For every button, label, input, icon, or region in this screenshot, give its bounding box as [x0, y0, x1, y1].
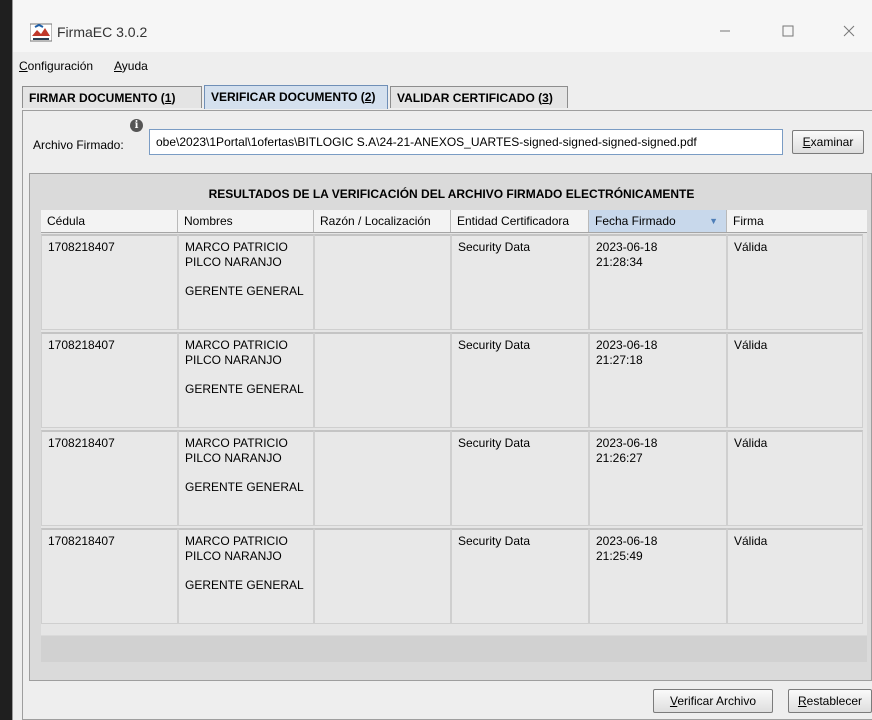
restablecer-label: establecer: [806, 694, 863, 708]
cell-entidad: Security Data: [451, 430, 589, 526]
cell-firma: Válida: [727, 430, 863, 526]
cell-razon: [314, 234, 451, 330]
table-footer-strip: [41, 636, 867, 662]
menu-configuracion-label: onfiguración: [27, 59, 94, 73]
info-icon[interactable]: i: [130, 119, 143, 132]
cell-razon: [314, 430, 451, 526]
examinar-button[interactable]: Examinar: [792, 130, 864, 154]
tab-label: VALIDAR CERTIFICADO: [397, 91, 535, 105]
cell-fecha-time: 21:26:27: [596, 451, 643, 465]
tab-validar-certificado[interactable]: VALIDAR CERTIFICADO (3): [390, 86, 568, 108]
cell-firma: Válida: [727, 234, 863, 330]
cell-firma: Válida: [727, 528, 863, 624]
cell-fecha-date: 2023-06-18: [596, 338, 658, 352]
cell-cargo-text: GERENTE GENERAL: [185, 284, 304, 298]
maximize-icon: [782, 25, 794, 37]
verificar-panel: Archivo Firmado: i obe\2023\1Portal\1ofe…: [22, 110, 872, 720]
table-header: Cédula Nombres Razón / Localización Enti…: [41, 210, 867, 233]
table-row[interactable]: 1708218407 MARCO PATRICIO PILCO NARANJO G…: [41, 332, 867, 430]
file-label: Archivo Firmado:: [33, 138, 124, 152]
table-row[interactable]: 1708218407 MARCO PATRICIO PILCO NARANJO G…: [41, 430, 867, 528]
close-button[interactable]: [829, 14, 869, 48]
verificar-archivo-button[interactable]: Verificar Archivo: [653, 689, 773, 713]
signed-file-path-input[interactable]: obe\2023\1Portal\1ofertas\BITLOGIC S.A\2…: [149, 129, 783, 155]
cell-nombre-text: MARCO PATRICIO PILCO NARANJO: [185, 240, 288, 269]
minimize-button[interactable]: [705, 14, 745, 48]
cell-fecha-date: 2023-06-18: [596, 240, 658, 254]
cell-razon: [314, 332, 451, 428]
menu-ayuda[interactable]: Ayuda: [114, 59, 148, 73]
cell-nombres: MARCO PATRICIO PILCO NARANJO GERENTE GENE…: [178, 528, 314, 624]
column-header-fecha-label: Fecha Firmado: [595, 214, 676, 228]
cell-cargo-text: GERENTE GENERAL: [185, 382, 304, 396]
column-header-entidad[interactable]: Entidad Certificadora: [451, 210, 589, 232]
cell-fecha-time: 21:25:49: [596, 549, 643, 563]
tab-mnemonic: 1: [164, 91, 172, 105]
cell-nombre-text: MARCO PATRICIO PILCO NARANJO: [185, 436, 288, 465]
restablecer-mnemonic: R: [797, 694, 807, 708]
cell-razon: [314, 528, 451, 624]
menu-configuracion-mnemonic: C: [19, 59, 28, 73]
results-title: RESULTADOS DE LA VERIFICACIÓN DEL ARCHIV…: [208, 187, 695, 201]
cell-fecha: 2023-06-18 21:25:49: [589, 528, 727, 624]
close-icon: [843, 25, 855, 37]
results-table: Cédula Nombres Razón / Localización Enti…: [41, 210, 867, 635]
menu-ayuda-label: yuda: [121, 59, 148, 73]
verificar-label: erificar Archivo: [677, 694, 757, 708]
sort-descending-icon: ▼: [709, 216, 718, 226]
cell-fecha-date: 2023-06-18: [596, 534, 658, 548]
maximize-button[interactable]: [768, 14, 808, 48]
cell-entidad: Security Data: [451, 528, 589, 624]
column-header-firma[interactable]: Firma: [727, 210, 867, 232]
column-header-fecha[interactable]: Fecha Firmado ▼: [589, 210, 727, 232]
cell-fecha: 2023-06-18 21:28:34: [589, 234, 727, 330]
firma-app-icon: [30, 23, 52, 42]
tab-label: FIRMAR DOCUMENTO: [29, 91, 158, 105]
examinar-mnemonic: E: [802, 135, 811, 149]
app-window: FirmaEC 3.0.2 Configuración Ayuda FIRMAR…: [12, 0, 872, 720]
column-header-cedula[interactable]: Cédula: [41, 210, 178, 232]
cell-cedula: 1708218407: [41, 332, 178, 428]
cell-nombres: MARCO PATRICIO PILCO NARANJO GERENTE GENE…: [178, 430, 314, 526]
restablecer-button[interactable]: Restablecer: [788, 689, 872, 713]
cell-cedula: 1708218407: [41, 528, 178, 624]
cell-nombre-text: MARCO PATRICIO PILCO NARANJO: [185, 534, 288, 563]
minimize-icon: [720, 30, 730, 32]
window-title: FirmaEC 3.0.2: [57, 24, 148, 40]
cell-cedula: 1708218407: [41, 234, 178, 330]
cell-cedula: 1708218407: [41, 430, 178, 526]
cell-firma: Válida: [727, 332, 863, 428]
menu-configuracion[interactable]: Configuración: [19, 59, 93, 73]
cell-fecha: 2023-06-18 21:26:27: [589, 430, 727, 526]
cell-entidad: Security Data: [451, 332, 589, 428]
cell-cargo-text: GERENTE GENERAL: [185, 480, 304, 494]
cell-nombre-text: MARCO PATRICIO PILCO NARANJO: [185, 338, 288, 367]
title-bar[interactable]: FirmaEC 3.0.2: [13, 0, 872, 52]
cell-fecha-time: 21:28:34: [596, 255, 643, 269]
tab-mnemonic: 2: [364, 90, 372, 104]
cell-fecha: 2023-06-18 21:27:18: [589, 332, 727, 428]
column-header-nombres[interactable]: Nombres: [178, 210, 314, 232]
menu-ayuda-mnemonic: A: [114, 59, 122, 73]
table-row[interactable]: 1708218407 MARCO PATRICIO PILCO NARANJO G…: [41, 528, 867, 626]
cell-nombres: MARCO PATRICIO PILCO NARANJO GERENTE GENE…: [178, 332, 314, 428]
results-panel: RESULTADOS DE LA VERIFICACIÓN DEL ARCHIV…: [29, 173, 872, 681]
tab-mnemonic: 3: [542, 91, 549, 105]
tab-label: VERIFICAR DOCUMENTO: [211, 90, 358, 104]
cell-entidad: Security Data: [451, 234, 589, 330]
examinar-label: xaminar: [810, 135, 854, 149]
cell-fecha-date: 2023-06-18: [596, 436, 658, 450]
menu-bar: Configuración Ayuda: [13, 52, 872, 80]
cell-fecha-time: 21:27:18: [596, 353, 643, 367]
cell-cargo-text: GERENTE GENERAL: [185, 578, 304, 592]
tab-firmar-documento[interactable]: FIRMAR DOCUMENTO (1): [22, 86, 202, 108]
column-header-razon[interactable]: Razón / Localización: [314, 210, 451, 232]
table-row[interactable]: 1708218407 MARCO PATRICIO PILCO NARANJO G…: [41, 234, 867, 332]
cell-nombres: MARCO PATRICIO PILCO NARANJO GERENTE GENE…: [178, 234, 314, 330]
tab-verificar-documento[interactable]: VERIFICAR DOCUMENTO (2): [204, 85, 388, 109]
